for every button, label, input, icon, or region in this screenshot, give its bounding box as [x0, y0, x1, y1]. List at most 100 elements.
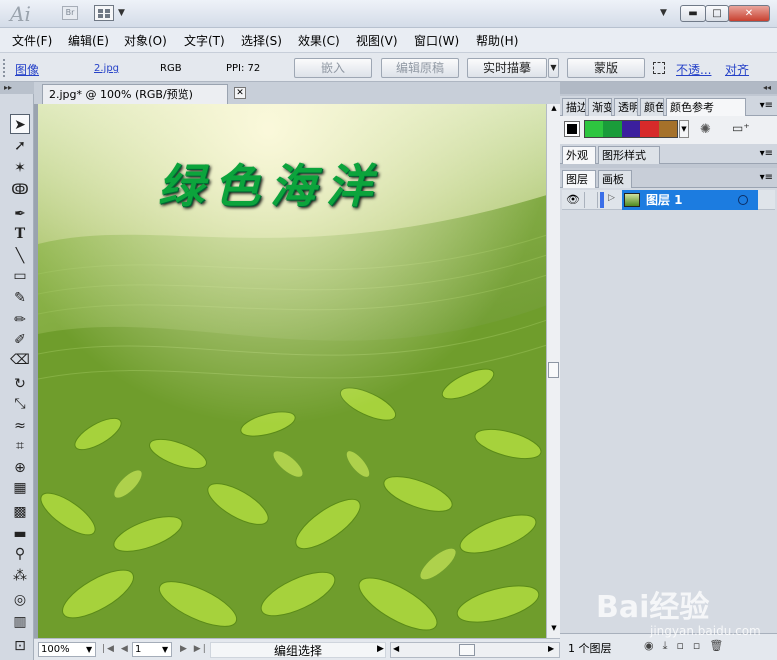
menu-window[interactable]: 窗口(W): [414, 32, 459, 49]
paintbrush-tool-icon[interactable]: ✎: [10, 288, 30, 308]
tab-stroke[interactable]: 描边: [562, 98, 586, 116]
warp-tool-icon[interactable]: ≈: [10, 416, 30, 436]
control-bar-grip[interactable]: [3, 59, 7, 77]
rotate-tool-icon[interactable]: ↻: [10, 374, 30, 394]
close-document-icon[interactable]: ✕: [234, 87, 246, 99]
menu-help[interactable]: 帮助(H): [476, 32, 518, 49]
live-trace-dropdown-icon[interactable]: ▼: [548, 58, 559, 78]
layers-panel-menu-icon[interactable]: ▾≡: [760, 172, 773, 183]
opacity-link[interactable]: 不透...: [676, 61, 711, 78]
expand-layer-icon[interactable]: ▷: [608, 193, 615, 203]
harmony-swatches[interactable]: [584, 120, 678, 138]
tab-appearance[interactable]: 外观: [562, 146, 596, 164]
selection-indicator[interactable]: [760, 192, 772, 208]
menu-effect[interactable]: 效果(C): [298, 32, 340, 49]
first-prev-artboard-icons[interactable]: |◀ ◀: [102, 644, 130, 654]
selection-tool-icon[interactable]: ➤: [10, 114, 30, 134]
color-panel-menu-icon[interactable]: ▾≡: [760, 100, 773, 111]
tools-collapse-icon[interactable]: ▸▸: [0, 82, 34, 94]
pen-tool-icon[interactable]: ✒: [10, 204, 30, 224]
scroll-left-icon[interactable]: ◀: [393, 644, 399, 653]
artboard-tool-icon[interactable]: ⊡: [10, 636, 30, 656]
menu-select[interactable]: 选择(S): [241, 32, 282, 49]
shape-builder-tool-icon[interactable]: ⊕: [10, 458, 30, 478]
direct-selection-tool-icon[interactable]: ➚: [10, 136, 30, 156]
tab-transparency[interactable]: 透明: [614, 98, 638, 116]
maximize-button[interactable]: □: [705, 5, 729, 22]
tab-color[interactable]: 颜色: [640, 98, 664, 116]
scroll-right-icon[interactable]: ▶: [548, 644, 554, 653]
live-trace-button[interactable]: 实时描摹: [467, 58, 547, 78]
arrange-dropdown-icon[interactable]: ▼: [118, 8, 125, 18]
artboard-dropdown-icon[interactable]: ▼: [162, 645, 168, 654]
file-name-link[interactable]: 2.jpg: [94, 63, 119, 74]
arrange-documents-icon[interactable]: [94, 5, 114, 21]
swatch-2[interactable]: [603, 121, 622, 137]
eraser-tool-icon[interactable]: ⌫: [10, 350, 30, 370]
menu-edit[interactable]: 编辑(E): [68, 32, 109, 49]
menu-view[interactable]: 视图(V): [356, 32, 398, 49]
blob-brush-tool-icon[interactable]: ✐: [10, 330, 30, 350]
swatch-4[interactable]: [640, 121, 659, 137]
line-tool-icon[interactable]: ╲: [10, 246, 30, 266]
base-color-swatch[interactable]: [564, 121, 580, 137]
artboard-canvas[interactable]: 绿色海洋: [34, 104, 546, 638]
menu-type[interactable]: 文字(T): [184, 32, 225, 49]
document-tab[interactable]: 2.jpg* @ 100% (RGB/预览): [42, 84, 228, 104]
gradient-tool-icon[interactable]: ▬: [10, 524, 30, 544]
scroll-up-icon[interactable]: ▲: [549, 104, 559, 114]
object-type-link[interactable]: 图像: [15, 61, 39, 78]
harmony-dropdown-icon[interactable]: ▼: [679, 120, 689, 138]
close-button[interactable]: ✕: [728, 5, 770, 22]
pencil-tool-icon[interactable]: ✏: [10, 310, 30, 330]
symbol-sprayer-tool-icon[interactable]: ◎: [10, 590, 30, 610]
swatch-1[interactable]: [585, 121, 604, 137]
visibility-eye-icon[interactable]: 👁: [566, 193, 580, 206]
mesh-tool-icon[interactable]: ▩: [10, 502, 30, 522]
magic-wand-tool-icon[interactable]: ✶: [10, 158, 30, 178]
save-swatch-group-icon[interactable]: ▭⁺: [732, 121, 750, 135]
tab-graphic-styles[interactable]: 图形样式: [598, 146, 660, 164]
scroll-thumb[interactable]: [548, 362, 559, 378]
menu-object[interactable]: 对象(O): [124, 32, 167, 49]
menu-file[interactable]: 文件(F): [12, 32, 52, 49]
align-link[interactable]: 对齐: [725, 61, 749, 78]
lock-toggle[interactable]: [584, 192, 598, 208]
vertical-scrollbar[interactable]: ▲ ▼: [546, 104, 560, 638]
dock-collapse-icon[interactable]: ◂◂: [560, 82, 777, 94]
blend-tool-icon[interactable]: ⁂: [10, 566, 30, 586]
transform-icon[interactable]: [653, 62, 665, 74]
free-transform-tool-icon[interactable]: ⌗: [10, 436, 30, 456]
layer-target-icon[interactable]: [738, 195, 748, 205]
eyedropper-tool-icon[interactable]: ⚲: [10, 544, 30, 564]
mask-button[interactable]: 蒙版: [567, 58, 645, 78]
layer-action-icons[interactable]: ◉⤓▫▫🗑: [644, 639, 732, 653]
tab-layers[interactable]: 图层: [562, 170, 596, 188]
tab-color-guide[interactable]: 颜色参考: [666, 98, 746, 116]
embed-button[interactable]: 嵌入: [294, 58, 372, 78]
swatch-5[interactable]: [658, 121, 678, 137]
zoom-dropdown-icon[interactable]: ▼: [86, 645, 92, 654]
perspective-grid-tool-icon[interactable]: ▦: [10, 478, 30, 498]
horizontal-scrollbar[interactable]: ◀ ▶: [390, 642, 560, 658]
rectangle-tool-icon[interactable]: ▭: [10, 266, 30, 286]
scale-tool-icon[interactable]: ⤡: [10, 394, 30, 414]
appearance-panel-menu-icon[interactable]: ▾≡: [760, 148, 773, 159]
minimize-button[interactable]: ▬: [680, 5, 706, 22]
column-graph-tool-icon[interactable]: ▥: [10, 612, 30, 632]
lasso-tool-icon[interactable]: ↂ: [10, 180, 30, 200]
status-readout[interactable]: 编组选择: [210, 642, 386, 658]
status-menu-icon[interactable]: ▶: [377, 644, 384, 654]
layer-row[interactable]: 👁 ▷ 图层 1: [562, 190, 775, 210]
tab-gradient[interactable]: 渐变: [588, 98, 612, 116]
scroll-down-icon[interactable]: ▼: [549, 624, 559, 634]
swatch-3[interactable]: [621, 121, 641, 137]
type-tool-icon[interactable]: T: [10, 224, 30, 244]
edit-original-button[interactable]: 编辑原稿: [381, 58, 459, 78]
hscroll-thumb[interactable]: [459, 644, 475, 656]
tab-artboards[interactable]: 画板: [598, 170, 632, 188]
color-wheel-icon[interactable]: ✺: [700, 122, 711, 137]
bridge-button[interactable]: Br: [62, 6, 78, 20]
next-last-artboard-icons[interactable]: ▶ ▶|: [180, 644, 208, 654]
workspace-dropdown-icon[interactable]: ▼: [660, 8, 667, 18]
